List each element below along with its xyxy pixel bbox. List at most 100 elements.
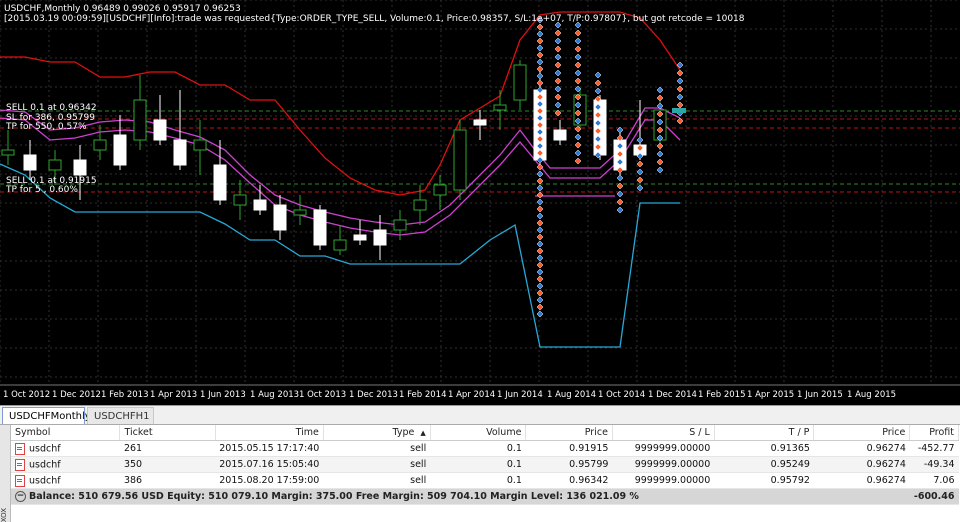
cell-symbol: usdchf xyxy=(11,440,120,457)
tp-label-2: TP for 5 , 0.60% xyxy=(6,185,78,195)
cell-ticket: 261 xyxy=(119,440,216,457)
x-tick-label: 1 Feb 2013 xyxy=(101,390,149,400)
cell-volume: 0.1 xyxy=(430,456,526,473)
trade-arrow-icon xyxy=(536,282,544,290)
envelope-upper xyxy=(0,107,681,226)
cell-sl: 9999999.00000 xyxy=(612,472,715,489)
trade-arrow-icon xyxy=(656,86,664,94)
candle-body xyxy=(48,159,62,171)
candle-body xyxy=(213,164,227,201)
order-icon xyxy=(15,442,25,455)
cell-tp: 0.95792 xyxy=(714,472,814,489)
candle-body xyxy=(453,129,467,191)
collapse-icon[interactable]: − xyxy=(15,491,26,502)
trade-arrow-icon xyxy=(536,58,544,66)
x-tick-label: 1 Oct 2013 xyxy=(299,390,347,400)
trade-arrow-icon xyxy=(676,77,684,85)
price-chart[interactable]: USDCHF,Monthly 0.96489 0.99026 0.95917 0… xyxy=(0,0,960,405)
candle-body xyxy=(293,209,307,216)
col-price[interactable]: Price xyxy=(525,425,613,441)
sell-label-1: SELL 0.1 at 0.96342 xyxy=(6,103,97,113)
chart-log-line: [2015.03.19 00:09:59][USDCHF][Info]:trad… xyxy=(4,14,745,24)
trade-arrow-icon xyxy=(554,93,562,101)
balance-row: − Balance: 510 679.56 USD Equity: 510 079… xyxy=(11,488,959,505)
cell-price: 0.95799 xyxy=(525,456,613,473)
candle-body xyxy=(193,139,207,151)
col-ticket[interactable]: Ticket xyxy=(119,425,216,441)
trade-arrow-icon xyxy=(676,69,684,77)
table-row[interactable]: usdchf 350 2015.07.16 15:05:40 sell 0.1 0.957… xyxy=(11,456,959,473)
trade-arrow-icon xyxy=(656,166,664,174)
side-label: XOX xyxy=(0,507,8,522)
trade-arrow-icon xyxy=(656,150,664,158)
trade-arrow-icon xyxy=(574,37,582,45)
trade-arrow-icon xyxy=(574,133,582,141)
x-tick-label: 1 Dec 2014 xyxy=(648,390,697,400)
trade-arrow-icon xyxy=(656,142,664,150)
cell-symbol: usdchf xyxy=(11,456,120,473)
trade-arrow-icon xyxy=(536,212,544,220)
col-symbol[interactable]: Symbol xyxy=(11,425,121,441)
col-tp[interactable]: T / P xyxy=(714,425,815,441)
trade-arrow-icon xyxy=(574,141,582,149)
x-tick-label: 1 Apr 2014 xyxy=(448,390,496,400)
col-sl[interactable]: S / L xyxy=(612,425,715,441)
candle-body xyxy=(133,99,147,141)
trade-arrow-icon xyxy=(536,240,544,248)
candle-body xyxy=(253,199,267,211)
x-tick-label: 1 Jun 2015 xyxy=(797,390,843,400)
col-type[interactable]: Type ▲ xyxy=(323,425,431,441)
trade-arrow-icon xyxy=(536,261,544,269)
tp-label-1: TP for 550, 0.57% xyxy=(6,122,87,132)
candle-body xyxy=(473,119,487,126)
trade-arrow-icon xyxy=(536,303,544,311)
trade-arrow-icon xyxy=(574,69,582,77)
trade-arrow-icon xyxy=(554,37,562,45)
trade-arrow-icon xyxy=(574,157,582,165)
trade-arrow-icon xyxy=(536,44,544,52)
trade-arrow-icon xyxy=(574,53,582,61)
trade-arrow-icon xyxy=(536,289,544,297)
candle-body xyxy=(553,129,567,141)
candle-body xyxy=(513,64,527,101)
trade-arrow-icon xyxy=(636,136,644,144)
total-profit: -600.46 xyxy=(913,491,955,502)
balance-summary: Balance: 510 679.56 USD Equity: 510 079.… xyxy=(29,491,639,502)
order-icon xyxy=(15,458,25,471)
table-row[interactable]: usdchf 386 2015.08.20 17:59:00 sell 0.1 0.963… xyxy=(11,472,959,489)
chart-canvas[interactable] xyxy=(0,0,960,405)
col-profit[interactable]: Profit xyxy=(909,425,959,441)
cell-time: 2015.07.16 15:05:40 xyxy=(215,456,324,473)
trade-arrow-icon xyxy=(536,51,544,59)
candle-body xyxy=(23,154,37,171)
candle-body xyxy=(153,119,167,141)
trade-arrow-icon xyxy=(594,79,602,87)
col-time[interactable]: Time xyxy=(215,425,324,441)
trade-arrow-icon xyxy=(536,30,544,38)
candle-body xyxy=(73,159,87,176)
col-volume[interactable]: Volume xyxy=(430,425,527,441)
order-icon xyxy=(15,474,25,487)
x-tick-label: 1 Apr 2015 xyxy=(747,390,795,400)
chart-tabs: USDCHFMonthly USDCHFH1 xyxy=(0,405,960,425)
tab-usdchf-monthly[interactable]: USDCHFMonthly xyxy=(2,407,91,424)
cell-current-price: 0.96274 xyxy=(813,440,910,457)
candle-body xyxy=(353,234,367,241)
candle-body xyxy=(233,194,247,206)
cell-profit: -49.34 xyxy=(909,456,959,473)
table-row[interactable]: usdchf 261 2015.05.15 17:17:40 sell 0.1 0.919… xyxy=(11,440,959,457)
cell-profit: -452.77 xyxy=(909,440,959,457)
tab-usdchf-h1[interactable]: USDCHFH1 xyxy=(87,407,154,424)
cell-volume: 0.1 xyxy=(430,440,526,457)
col-current-price[interactable]: Price xyxy=(813,425,911,441)
trade-arrow-icon xyxy=(554,45,562,53)
trade-arrow-icon xyxy=(536,226,544,234)
trade-arrow-icon xyxy=(536,233,544,241)
trade-arrow-icon xyxy=(536,65,544,73)
candle-body xyxy=(1,149,15,156)
trade-arrow-icon xyxy=(536,170,544,178)
terminal-side-handle[interactable]: XOX xyxy=(0,425,11,522)
trade-arrow-icon xyxy=(554,101,562,109)
trade-arrow-icon xyxy=(536,37,544,45)
trade-arrow-icon xyxy=(554,61,562,69)
